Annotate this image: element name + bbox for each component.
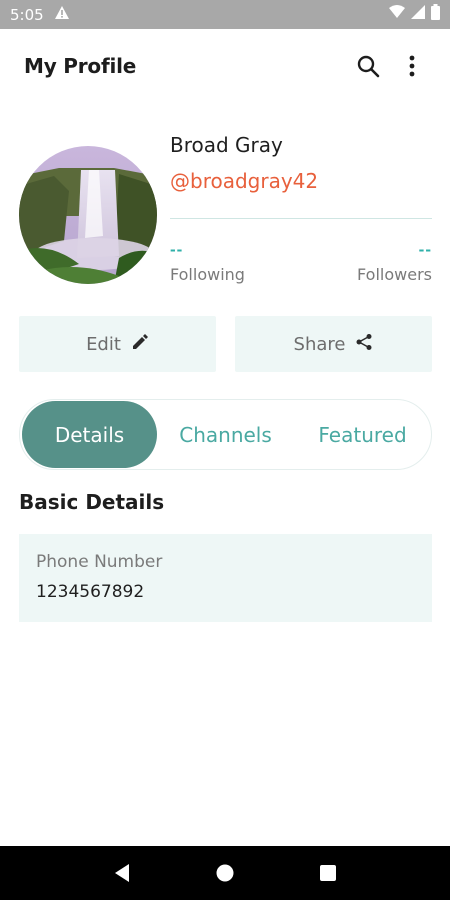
phone-number-label: Phone Number: [36, 552, 163, 572]
battery-icon: [431, 4, 440, 25]
home-icon[interactable]: [205, 853, 245, 893]
status-time: 5:05: [10, 5, 44, 24]
profile-stats: -- Following -- Followers: [170, 240, 432, 285]
profile-handle[interactable]: @broadgray42: [170, 166, 432, 196]
share-button[interactable]: Share: [235, 316, 432, 372]
followers-stat[interactable]: -- Followers: [357, 240, 432, 285]
tab-channels[interactable]: Channels: [157, 401, 294, 468]
edit-label: Edit: [86, 333, 121, 355]
app-bar: My Profile: [0, 29, 450, 103]
profile-divider: [170, 218, 432, 219]
tab-featured[interactable]: Featured: [294, 401, 431, 468]
profile-info: Broad Gray @broadgray42 -- Following -- …: [170, 130, 432, 284]
alert-icon: [54, 5, 70, 24]
profile-name: Broad Gray: [170, 133, 283, 157]
following-count: --: [170, 240, 184, 259]
more-vert-icon[interactable]: [398, 52, 426, 80]
signal-icon: [411, 5, 425, 24]
pencil-icon: [131, 333, 149, 356]
avatar[interactable]: [19, 146, 157, 284]
avatar-waterfall-image: [19, 146, 157, 284]
followers-count: --: [418, 240, 432, 259]
share-icon: [355, 333, 373, 356]
followers-label: Followers: [357, 265, 432, 284]
basic-details-heading: Basic Details: [19, 490, 165, 514]
wifi-icon: [389, 5, 405, 24]
back-icon[interactable]: [102, 853, 142, 893]
phone-number-card: Phone Number 1234567892: [19, 534, 432, 622]
following-stat[interactable]: -- Following: [170, 240, 245, 285]
edit-button[interactable]: Edit: [19, 316, 216, 372]
search-icon[interactable]: [354, 52, 382, 80]
page-title: My Profile: [24, 54, 137, 78]
share-label: Share: [293, 333, 346, 355]
system-nav-bar: [0, 846, 450, 900]
recents-icon[interactable]: [308, 853, 348, 893]
profile-tabs: Details Channels Featured: [19, 399, 432, 470]
phone-number-value: 1234567892: [36, 582, 145, 602]
tab-details[interactable]: Details: [22, 401, 158, 468]
following-label: Following: [170, 265, 245, 284]
status-bar: 5:05: [0, 0, 450, 29]
